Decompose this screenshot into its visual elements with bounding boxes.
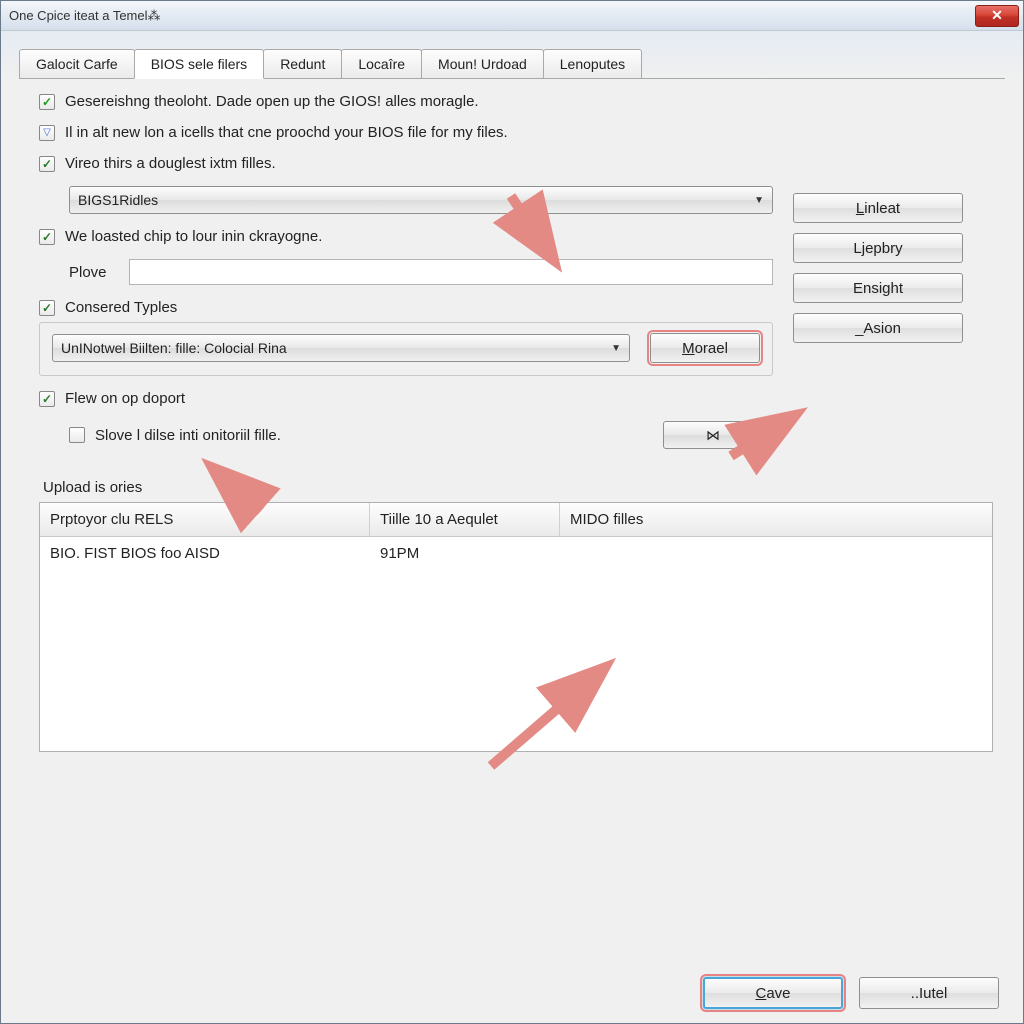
asion-button-label: _Asion — [855, 320, 901, 337]
iutel-button[interactable]: ..Iutel — [859, 977, 999, 1009]
upload-legend: Upload is ories — [43, 479, 993, 496]
ensight-button-label: Ensight — [853, 280, 903, 297]
combo-uninotwel[interactable]: UnINotwel Biilten: fille: Colocial Rina … — [52, 334, 630, 362]
titlebar: One Cpice iteat a Temel⁂ ✕ — [1, 1, 1023, 31]
cave-button-label: Cave — [755, 985, 790, 1002]
table-header: Prptoyor clu RELS Tiille 10 a Aequlet MI… — [40, 503, 992, 537]
checkbox-2[interactable] — [39, 125, 55, 141]
chevron-down-icon: ▼ — [754, 430, 764, 441]
iutel-button-label: ..Iutel — [911, 985, 948, 1002]
checkbox-4[interactable] — [39, 229, 55, 245]
table-row[interactable]: BIO. FIST BIOS foo AISD 91PM — [40, 537, 992, 570]
cell-1: BIO. FIST BIOS foo AISD — [40, 537, 370, 570]
combo-bigs1ridles-text: BIGS1Ridles — [78, 192, 754, 208]
checkbox-2-label: Il in alt new lon a icells that cne proo… — [65, 124, 508, 141]
checkbox-1[interactable] — [39, 94, 55, 110]
ensight-button[interactable]: Ensight — [793, 273, 963, 303]
cave-button[interactable]: Cave — [703, 977, 843, 1009]
tab-moun-urdoad[interactable]: Moun! Urdoad — [421, 49, 544, 78]
checkbox-1-label: Gesereishng theoloht. Dade open up the G… — [65, 93, 479, 110]
small-combo-text: ⋈ — [672, 427, 754, 444]
content-area: Galocit Carfe BIOS sele filers Redunt Lo… — [1, 31, 1023, 770]
tab-galocit[interactable]: Galocit Carfe — [19, 49, 135, 78]
tabstrip: Galocit Carfe BIOS sele filers Redunt Lo… — [19, 49, 1005, 79]
col-header-3[interactable]: MIDO filles — [560, 503, 992, 536]
checkbox-6[interactable] — [39, 391, 55, 407]
cell-3 — [560, 537, 992, 570]
checkbox-3-label: Vireo thirs a douglest ixtm filles. — [65, 155, 276, 172]
ljepbry-button-label: Ljepbry — [853, 240, 902, 257]
combo-uninotwel-text: UnINotwel Biilten: fille: Colocial Rina — [61, 340, 611, 356]
combo-bigs1ridles[interactable]: BIGS1Ridles ▼ — [69, 186, 773, 214]
tab-redunt[interactable]: Redunt — [263, 49, 342, 78]
close-icon: ✕ — [991, 7, 1003, 24]
linleat-button-label: Linleat — [856, 200, 900, 217]
tab-panel: Gesereishng theoloht. Dade open up the G… — [19, 93, 1005, 760]
upload-table: Prptoyor clu RELS Tiille 10 a Aequlet MI… — [39, 502, 993, 752]
checkbox-6-label: Flew on op doport — [65, 390, 185, 407]
checkbox-4-label: We loasted chip to lour inin ckrayogne. — [65, 228, 322, 245]
morael-button-label: Morael — [682, 340, 728, 357]
dialog-footer: Cave ..Iutel — [703, 977, 999, 1009]
upload-group: Upload is ories Prptoyor clu RELS Tiille… — [39, 479, 993, 752]
close-button[interactable]: ✕ — [975, 5, 1019, 27]
checkbox-5[interactable] — [39, 300, 55, 316]
checkbox-3[interactable] — [39, 156, 55, 172]
col-header-1[interactable]: Prptoyor clu RELS — [40, 503, 370, 536]
tab-locaire[interactable]: Locaîre — [341, 49, 422, 78]
checkbox-7-label: Slove l dilse inti onitoriil fille. — [95, 427, 281, 444]
plove-label: Plove — [69, 264, 129, 281]
chevron-down-icon: ▼ — [611, 343, 621, 354]
col-header-2[interactable]: Tiille 10 a Aequlet — [370, 503, 560, 536]
ljepbry-button[interactable]: Ljepbry — [793, 233, 963, 263]
dialog-window: One Cpice iteat a Temel⁂ ✕ Galocit Carfe… — [0, 0, 1024, 1024]
small-combo[interactable]: ⋈ ▼ — [663, 421, 773, 449]
chevron-down-icon: ▼ — [754, 195, 764, 206]
checkbox-7[interactable] — [69, 427, 85, 443]
morael-button[interactable]: Morael — [650, 333, 760, 363]
consered-typles-group: UnINotwel Biilten: fille: Colocial Rina … — [39, 322, 773, 376]
tab-lenoputes[interactable]: Lenoputes — [543, 49, 642, 78]
asion-button[interactable]: _Asion — [793, 313, 963, 343]
window-title: One Cpice iteat a Temel⁂ — [9, 8, 975, 24]
tab-bios-filers[interactable]: BIOS sele filers — [134, 49, 264, 79]
checkbox-5-label: Consered Typles — [65, 299, 177, 316]
right-button-column: Linleat Ljepbry Ensight _Asion — [793, 155, 993, 463]
cell-2: 91PM — [370, 537, 560, 570]
plove-input[interactable] — [129, 259, 773, 285]
linleat-button[interactable]: Linleat — [793, 193, 963, 223]
